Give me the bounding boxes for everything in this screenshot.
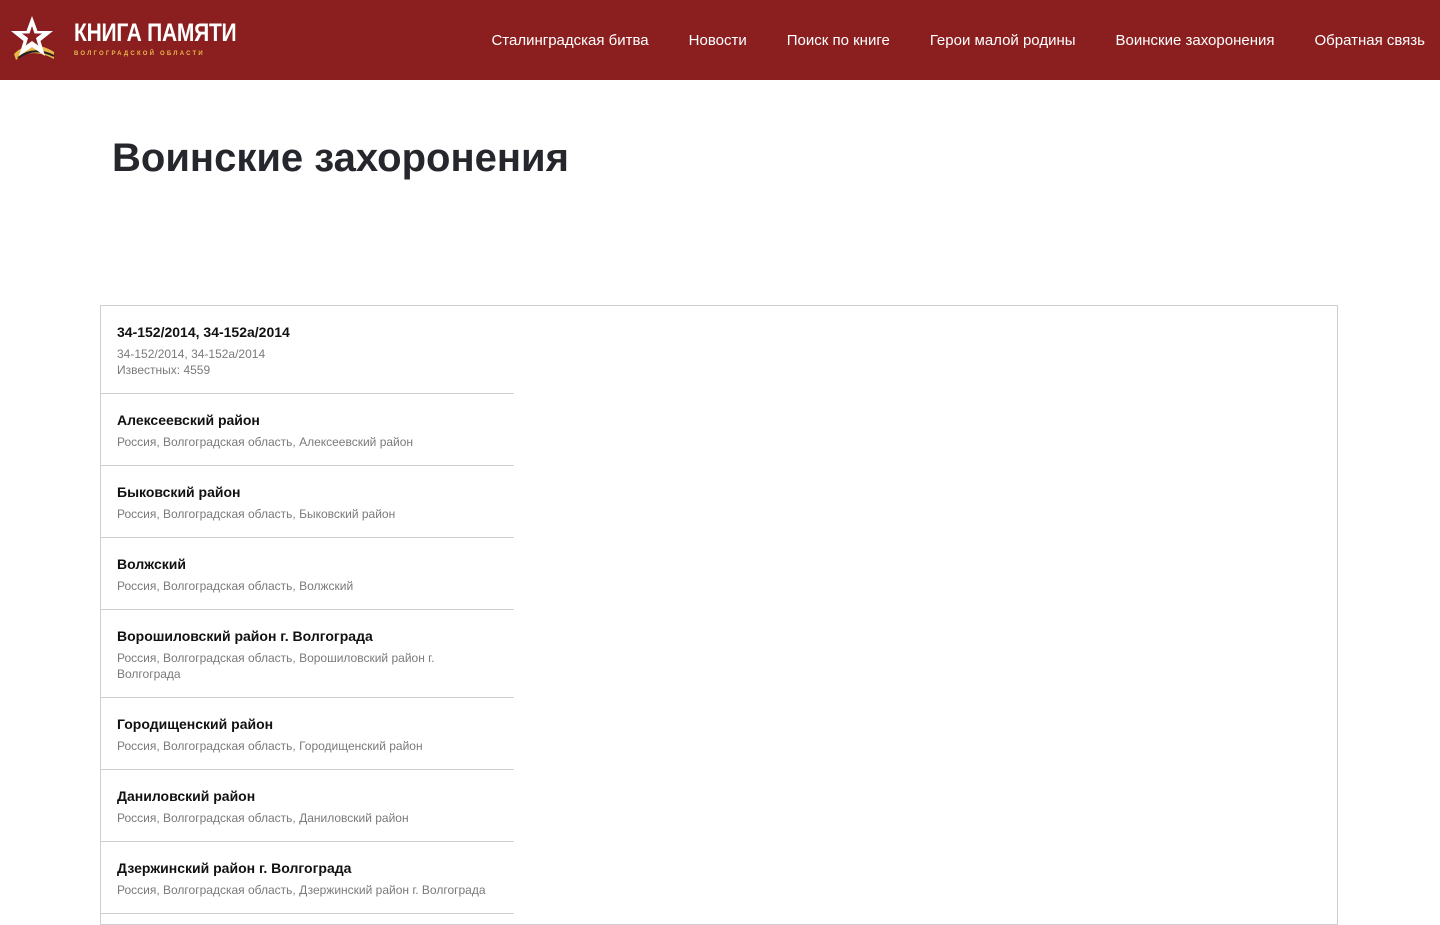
page-title: Воинские захоронения — [112, 136, 569, 180]
burial-item-title: 34-152/2014, 34-152а/2014 — [117, 324, 290, 340]
burial-item-title: Дзержинский район г. Волгограда — [117, 860, 352, 876]
logo-subtitle: ВОЛГОГРАДСКОЙ ОБЛАСТИ — [74, 51, 205, 57]
burial-item-subtitle: Россия, Волгоградская область, Быковский… — [117, 507, 396, 521]
burial-item-title: Даниловский район — [117, 788, 256, 804]
site-header: КНИГА ПАМЯТИ ВОЛГОГРАДСКОЙ ОБЛАСТИ Стали… — [0, 0, 1440, 80]
logo-title: КНИГА ПАМЯТИ — [74, 19, 237, 47]
burial-list-item[interactable]: 34-152/2014, 34-152а/2014 34-152/2014, 3… — [101, 306, 514, 394]
burial-list-item[interactable]: Алексеевский район Россия, Волгоградская… — [101, 394, 514, 466]
nav-link-feedback[interactable]: Обратная связь — [1314, 32, 1425, 49]
nav-link-news[interactable]: Новости — [689, 32, 747, 49]
nav-link-book-search[interactable]: Поиск по книге — [787, 32, 890, 49]
nav-link-local-heroes[interactable]: Герои малой родины — [930, 32, 1076, 49]
map-area[interactable] — [514, 306, 1337, 924]
burial-item-subtitle: Россия, Волгоградская область, Ворошилов… — [117, 651, 435, 681]
nav-link-military-burials[interactable]: Воинские захоронения — [1116, 32, 1275, 49]
burial-item-subtitle: Россия, Волгоградская область, Даниловск… — [117, 811, 409, 825]
burial-item-title: Быковский район — [117, 484, 241, 500]
burial-item-subtitle: Россия, Волгоградская область, Алексеевс… — [117, 435, 414, 449]
burial-item-subtitle: 34-152/2014, 34-152а/2014 — [117, 347, 266, 361]
burial-item-subtitle: Россия, Волгоградская область, Дзержинск… — [117, 883, 486, 897]
star-with-ribbon-icon — [11, 16, 55, 60]
burials-panel: 34-152/2014, 34-152а/2014 34-152/2014, 3… — [100, 305, 1338, 925]
burial-list-item[interactable]: Даниловский район Россия, Волгоградская … — [101, 770, 514, 842]
burial-item-subtitle: Россия, Волгоградская область, Волжский — [117, 579, 354, 593]
burial-item-known-count: Известных: 4559 — [117, 363, 211, 377]
burial-item-title: Ворошиловский район г. Волгограда — [117, 628, 373, 644]
burial-list-item[interactable]: Дзержинский район г. Волгограда Россия, … — [101, 842, 514, 914]
site-logo[interactable]: КНИГА ПАМЯТИ ВОЛГОГРАДСКОЙ ОБЛАСТИ — [8, 14, 238, 68]
burial-list-item[interactable]: Городищенский район Россия, Волгоградска… — [101, 698, 514, 770]
burial-item-title: Волжский — [117, 556, 186, 572]
nav-link-stalingrad-battle[interactable]: Сталинградская битва — [491, 32, 648, 49]
burial-item-title: Городищенский район — [117, 716, 274, 732]
burials-list: 34-152/2014, 34-152а/2014 34-152/2014, 3… — [101, 306, 515, 924]
burial-item-title: Алексеевский район — [117, 412, 260, 428]
burial-list-item[interactable]: Волжский Россия, Волгоградская область, … — [101, 538, 514, 610]
main-nav: Сталинградская битва Новости Поиск по кн… — [451, 0, 1440, 80]
burial-item-subtitle: Россия, Волгоградская область, Городищен… — [117, 739, 423, 753]
burial-list-item[interactable]: Быковский район Россия, Волгоградская об… — [101, 466, 514, 538]
burial-list-item[interactable]: Ворошиловский район г. Волгограда Россия… — [101, 610, 514, 698]
